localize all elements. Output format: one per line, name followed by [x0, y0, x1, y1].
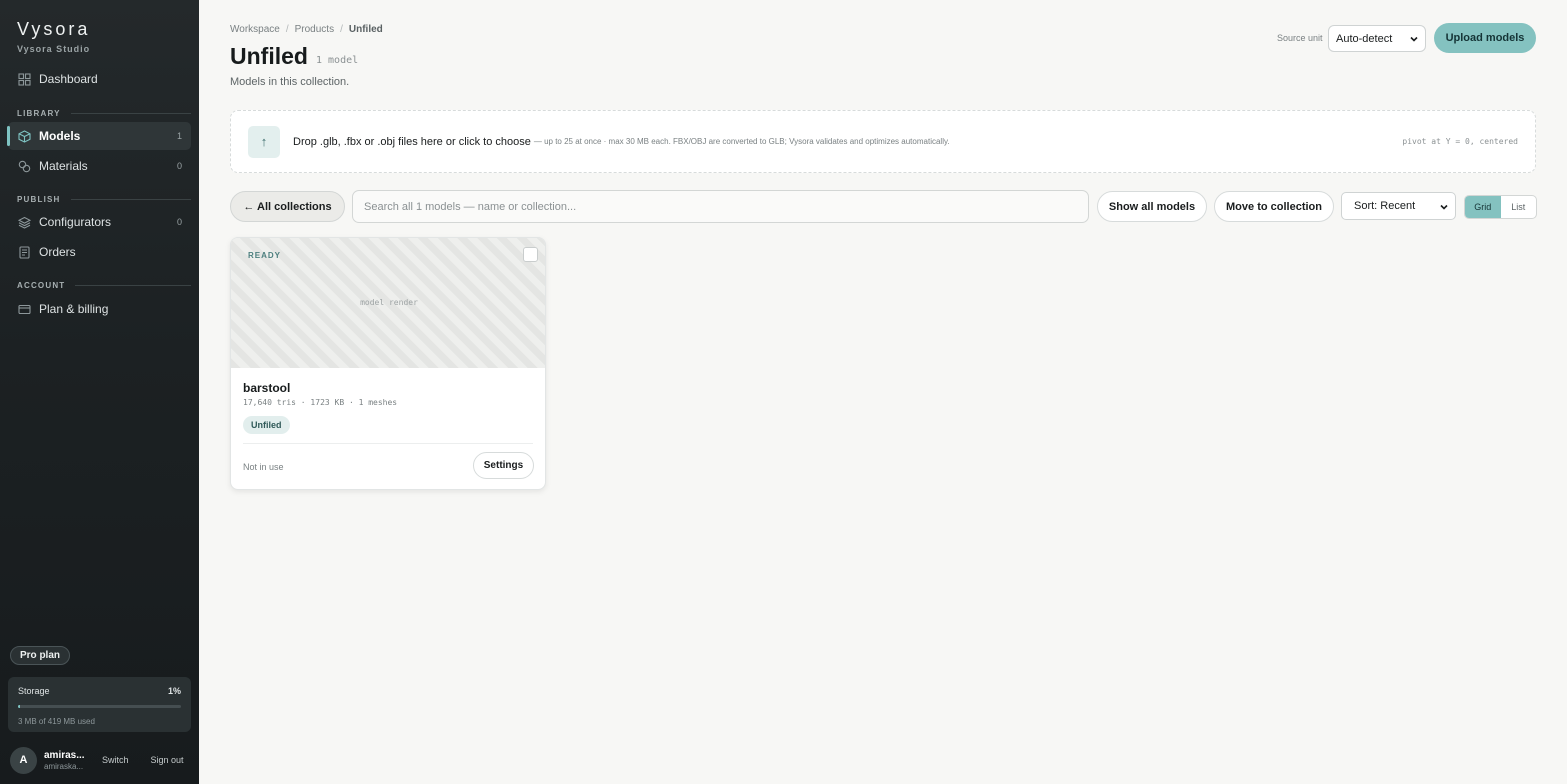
upload-models-button[interactable]: Upload models — [1434, 23, 1536, 53]
usage-status: Not in use — [243, 462, 284, 472]
model-thumbnail[interactable]: READY model render — [231, 238, 545, 368]
source-unit-select[interactable]: Auto-detect — [1328, 25, 1426, 52]
model-card[interactable]: READY model render barstool 17,640 tris … — [230, 237, 546, 490]
plan-badge[interactable]: Pro plan — [10, 646, 71, 665]
breadcrumb-products[interactable]: Products — [295, 24, 334, 35]
avatar[interactable]: A — [10, 746, 37, 774]
user-name: amiras... — [44, 749, 85, 761]
show-all-models-button[interactable]: Show all models — [1097, 191, 1207, 222]
source-unit-label: Source unit — [1277, 33, 1323, 43]
storage-panel: Storage 1% 3 MB of 419 MB used — [8, 677, 191, 732]
breadcrumb-separator: / — [285, 24, 289, 35]
page-description: Models in this collection. — [230, 76, 350, 88]
brand[interactable]: Vysora Vysora Studio — [17, 19, 90, 54]
sidebar-item-count: 0 — [176, 217, 182, 227]
view-list-button[interactable]: List — [1501, 196, 1537, 218]
sidebar-item-label: Dashboard — [39, 72, 98, 86]
sidebar-item-label: Configurators — [39, 215, 112, 229]
view-toggle: Grid List — [1464, 195, 1537, 219]
section-label-publish: PUBLISH — [17, 195, 191, 204]
dropzone-sub-text: — up to 25 at once · max 30 MB each. FBX… — [533, 137, 950, 146]
sidebar-item-models[interactable]: Models 1 — [7, 122, 191, 150]
dropzone-pivot-note: pivot at Y = 0, centered — [1402, 137, 1518, 146]
brand-subtitle: Vysora Studio — [17, 44, 91, 54]
view-grid-button[interactable]: Grid — [1465, 196, 1501, 218]
grid-icon — [18, 72, 31, 86]
page-title: Unfiled — [230, 43, 308, 69]
status-badge: READY — [248, 251, 282, 260]
breadcrumb-current: Unfiled — [348, 24, 383, 35]
search-input[interactable]: Search all 1 models — name or collection… — [352, 190, 1089, 223]
dropzone-main-text: Drop .glb, .fbx or .obj files here or cl… — [293, 135, 531, 148]
source-unit-value: Auto-detect — [1336, 32, 1393, 45]
layers-icon — [18, 216, 31, 229]
storage-bar-fill — [18, 705, 21, 708]
breadcrumb-separator: / — [340, 24, 343, 35]
breadcrumb: Workspace / Products / Unfiled — [230, 24, 383, 35]
card-icon — [18, 303, 31, 316]
sidebar: Vysora Vysora Studio Dashboard LIBRARY M… — [0, 0, 199, 784]
brand-name: Vysora — [17, 19, 91, 39]
materials-icon — [18, 160, 31, 173]
upload-dropzone[interactable]: ↑ Drop .glb, .fbx or .obj files here or … — [230, 110, 1536, 173]
sign-out-button[interactable]: Sign out — [151, 755, 184, 765]
sidebar-item-label: Models — [39, 129, 81, 143]
collection-tag[interactable]: Unfiled — [243, 416, 290, 434]
storage-percent: 1% — [167, 686, 181, 696]
toolbar: ← All collections Search all 1 models — … — [230, 190, 1537, 223]
receipt-icon — [18, 245, 31, 259]
sidebar-item-count: 0 — [176, 161, 182, 171]
switch-button[interactable]: Switch — [102, 755, 129, 765]
sidebar-item-orders[interactable]: Orders — [8, 238, 191, 266]
select-checkbox[interactable] — [523, 247, 538, 262]
sidebar-item-materials[interactable]: Materials 0 — [8, 152, 191, 180]
all-collections-button[interactable]: ← All collections — [230, 191, 345, 222]
chevron-down-icon — [1410, 36, 1418, 42]
thumbnail-placeholder-label: model render — [360, 298, 418, 307]
sidebar-item-label: Orders — [39, 245, 76, 259]
settings-button[interactable]: Settings — [473, 452, 534, 479]
move-to-collection-button[interactable]: Move to collection — [1214, 191, 1334, 222]
card-divider — [243, 443, 533, 444]
sidebar-item-dashboard[interactable]: Dashboard — [8, 65, 191, 93]
chevron-down-icon — [1440, 204, 1448, 210]
model-meta: 17,640 tris · 1723 KB · 1 meshes — [243, 398, 398, 407]
storage-label: Storage — [18, 686, 50, 696]
model-count: 1 model — [316, 55, 359, 66]
upload-arrow-icon: ↑ — [248, 125, 280, 158]
user-info: amiras... amiraska... — [44, 750, 88, 771]
sidebar-item-count: 1 — [176, 131, 182, 141]
section-label-account: ACCOUNT — [17, 281, 191, 290]
sidebar-item-configurators[interactable]: Configurators 0 — [8, 208, 191, 236]
sidebar-item-label: Plan & billing — [39, 302, 109, 316]
model-name: barstool — [243, 381, 291, 395]
breadcrumb-workspace[interactable]: Workspace — [230, 24, 280, 35]
sidebar-item-label: Materials — [39, 159, 88, 173]
sidebar-item-plan-billing[interactable]: Plan & billing — [8, 295, 191, 323]
sort-select[interactable]: Sort: Recent — [1341, 192, 1456, 220]
sort-value: Sort: Recent — [1354, 200, 1416, 212]
user-email: amiraska... — [44, 761, 84, 771]
storage-bar — [18, 705, 181, 708]
cube-icon — [18, 129, 31, 143]
section-label-library: LIBRARY — [17, 109, 191, 118]
storage-used: 3 MB of 419 MB used — [18, 717, 95, 726]
user-row: A amiras... amiraska... Switch Sign out — [10, 746, 191, 774]
